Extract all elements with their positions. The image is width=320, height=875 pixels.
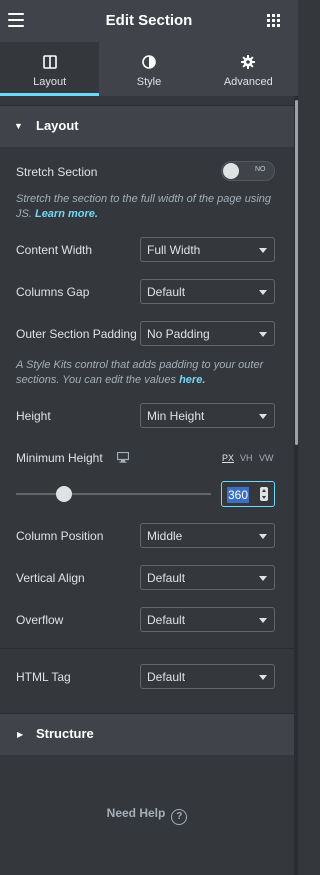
chevron-down-icon xyxy=(259,248,267,253)
need-help-link[interactable]: Need Help? xyxy=(0,806,294,825)
column-position-value: Middle xyxy=(147,529,183,543)
tab-style[interactable]: Style xyxy=(99,42,198,96)
structure-section-title: Structure xyxy=(36,726,94,741)
widgets-grid-icon[interactable] xyxy=(267,14,280,27)
vertical-align-label: Vertical Align xyxy=(16,571,85,585)
columns-gap-value: Default xyxy=(147,285,186,299)
edit-values-link[interactable]: here. xyxy=(179,374,205,386)
caret-right-icon: ▶ xyxy=(17,730,24,739)
tab-layout[interactable]: Layout xyxy=(0,42,100,96)
half-circle-icon xyxy=(142,55,156,69)
height-select[interactable]: Min Height xyxy=(140,403,275,428)
unit-vh[interactable]: VH xyxy=(240,453,253,463)
need-help-label: Need Help xyxy=(106,806,166,820)
overflow-value: Default xyxy=(147,613,186,627)
desktop-icon[interactable] xyxy=(117,452,129,463)
divider xyxy=(0,648,294,649)
tab-layout-label: Layout xyxy=(33,76,67,88)
chevron-down-icon xyxy=(259,618,267,623)
stretch-section-label: Stretch Section xyxy=(16,165,98,179)
overflow-label: Overflow xyxy=(16,613,64,627)
outer-padding-select[interactable]: No Padding xyxy=(140,321,275,346)
stepper-icon[interactable] xyxy=(260,487,268,501)
vertical-align-value: Default xyxy=(147,571,186,585)
unit-vw[interactable]: VW xyxy=(259,453,274,463)
minimum-height-label: Minimum Height xyxy=(16,451,103,465)
chevron-down-icon xyxy=(259,332,267,337)
unit-px[interactable]: PX xyxy=(222,453,234,463)
content-width-value: Full Width xyxy=(147,243,201,257)
height-value: Min Height xyxy=(147,409,205,423)
content-width-label: Content Width xyxy=(16,243,93,257)
vertical-align-select[interactable]: Default xyxy=(140,565,275,590)
min-height-value: 360 xyxy=(227,487,250,503)
gear-icon xyxy=(241,55,256,69)
tab-style-label: Style xyxy=(136,76,162,88)
stretch-section-toggle[interactable]: NO xyxy=(221,161,275,181)
panel-title: Edit Section xyxy=(105,12,193,29)
question-circle-icon: ? xyxy=(171,809,188,825)
tab-advanced-label: Advanced xyxy=(223,76,273,88)
chevron-down-icon xyxy=(259,576,267,581)
outer-padding-value: No Padding xyxy=(147,327,210,341)
html-tag-value: Default xyxy=(147,670,186,684)
columns-icon xyxy=(42,55,57,69)
chevron-down-icon xyxy=(259,675,267,680)
chevron-down-icon xyxy=(259,414,267,419)
toggle-knob xyxy=(223,163,239,179)
panel-scrollbar-thumb[interactable] xyxy=(295,100,298,445)
column-position-label: Column Position xyxy=(16,529,104,543)
layout-section-title: Layout xyxy=(36,118,79,133)
outer-padding-help-body: A Style Kits control that adds padding t… xyxy=(16,359,264,386)
column-position-select[interactable]: Middle xyxy=(140,523,275,548)
columns-gap-select[interactable]: Default xyxy=(140,279,275,304)
columns-gap-label: Columns Gap xyxy=(16,285,90,299)
min-height-slider-track[interactable] xyxy=(16,493,211,495)
html-tag-select[interactable]: Default xyxy=(140,664,275,689)
stretch-help-text: Stretch the section to the full width of… xyxy=(16,192,281,222)
panel-header: Edit Section xyxy=(0,0,298,42)
content-width-select[interactable]: Full Width xyxy=(140,237,275,262)
learn-more-link[interactable]: Learn more. xyxy=(35,208,98,220)
panel-tabs: Layout Style Advanced xyxy=(0,42,298,96)
outer-padding-label: Outer Section Padding xyxy=(16,327,137,341)
min-height-slider-handle[interactable] xyxy=(56,486,72,502)
layout-section-header[interactable]: ▼ Layout xyxy=(0,105,294,147)
html-tag-label: HTML Tag xyxy=(16,670,71,684)
chevron-down-icon xyxy=(259,534,267,539)
outer-padding-help-text: A Style Kits control that adds padding t… xyxy=(16,358,281,388)
min-height-number-input[interactable]: 360 xyxy=(221,481,275,507)
chevron-down-icon xyxy=(259,290,267,295)
structure-section-header[interactable]: ▶ Structure xyxy=(0,713,294,755)
caret-down-icon: ▼ xyxy=(14,121,23,131)
tab-advanced[interactable]: Advanced xyxy=(199,42,298,96)
height-label: Height xyxy=(16,409,51,423)
toggle-state-text: NO xyxy=(255,166,266,173)
overflow-select[interactable]: Default xyxy=(140,607,275,632)
